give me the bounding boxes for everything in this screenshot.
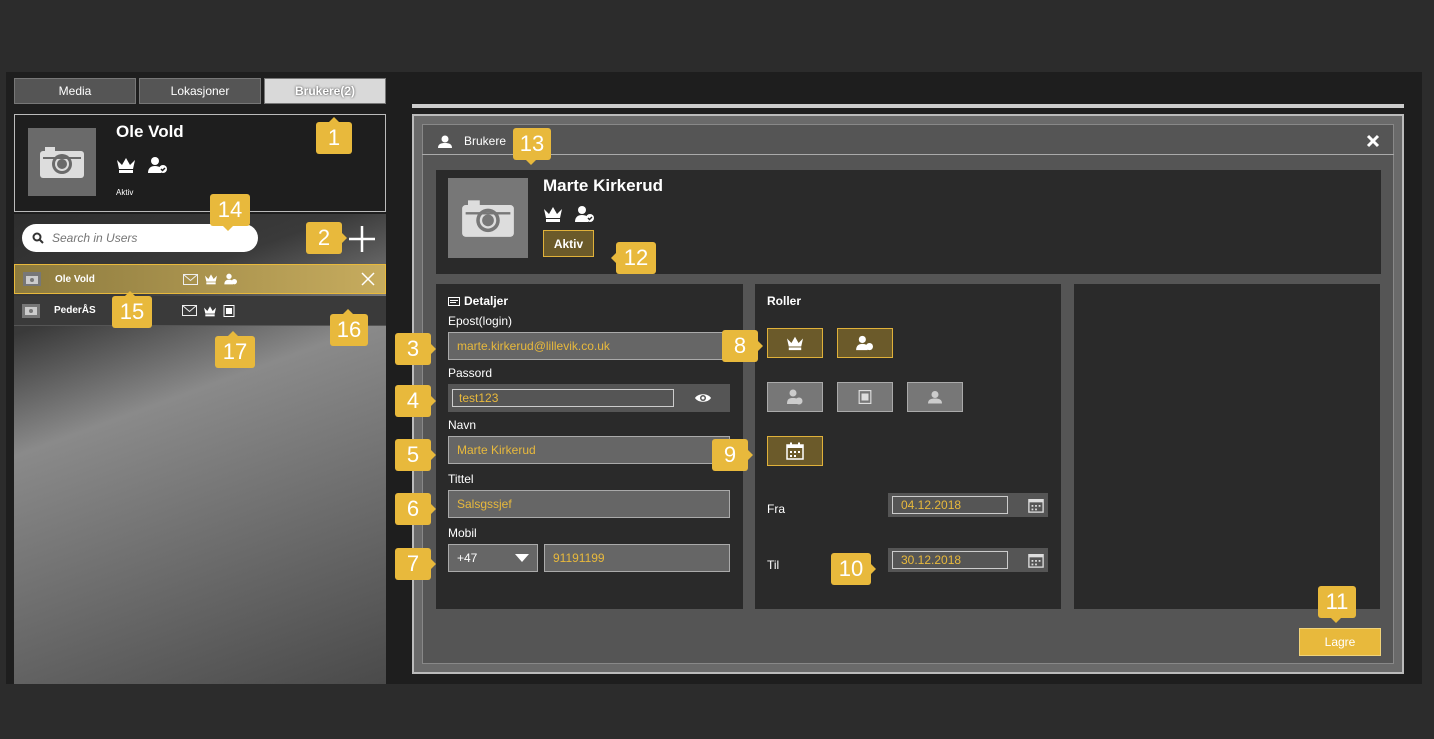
calendar-icon[interactable] [1028,552,1044,568]
annotation-badge: 6 [395,493,436,525]
role-user-number-button[interactable] [767,382,823,412]
mobile-label: Mobil [448,526,477,540]
crown-icon [544,207,562,222]
crown-icon [205,274,217,285]
role-admin-button[interactable] [767,328,823,358]
annotation-badge: 3 [395,333,436,365]
user-icon [438,135,452,148]
tab-brukere[interactable]: Brukere(2) [264,78,386,104]
title-field[interactable]: Salsgssjef [448,490,730,518]
annotation-badge: 17 [215,331,255,368]
from-date-input[interactable]: 04.12.2018 [892,496,1008,514]
close-dialog-button[interactable] [1366,134,1380,148]
from-date-field: 04.12.2018 [888,493,1048,517]
to-date-field: 30.12.2018 [888,548,1048,572]
crown-icon [787,336,803,351]
chevron-down-icon [515,554,529,562]
annotation-badge: 12 [611,242,656,274]
annotation-badge: 8 [722,330,763,362]
annotation-badge: 9 [712,439,753,471]
name-field[interactable]: Marte Kirkerud [448,436,730,464]
current-user-name: Ole Vold [116,122,184,141]
divider [412,104,1404,108]
user-shield-icon [575,206,594,222]
name-label: Navn [448,418,477,432]
user-number-icon [787,389,803,405]
contact-book-icon [223,304,235,317]
camera-icon [40,147,84,178]
email-label: Epost(login) [448,314,513,328]
current-user-status: Aktiv [116,188,134,197]
password-field: test123 [448,384,730,412]
country-code-value: +47 [457,551,478,565]
annotation-badge: 11 [1318,586,1356,623]
annotation-badge: 1 [316,117,352,154]
tab-media[interactable]: Media [14,78,136,104]
extra-panel [1074,284,1380,609]
annotation-badge: 15 [112,291,152,328]
user-shield-icon [148,157,167,173]
email-field[interactable]: marte.kirkerud@lillevik.co.uk [448,332,730,360]
camera-icon [22,303,40,318]
crown-icon [204,305,216,316]
role-user-button[interactable] [907,382,963,412]
save-button[interactable]: Lagre [1299,628,1381,656]
annotation-badge: 16 [330,309,368,346]
camera-icon [23,272,41,286]
user-shield-icon [856,335,873,351]
search-input[interactable] [50,230,244,246]
eye-icon[interactable] [694,392,712,404]
id-card-icon [448,296,460,306]
user-name: Ole Vold [55,273,95,285]
delete-user-button[interactable] [361,272,375,286]
annotation-badge: 14 [210,194,250,231]
role-user-admin-button[interactable] [837,328,893,358]
status-toggle-button[interactable]: Aktiv [543,230,594,257]
details-header: Detaljer [464,294,509,308]
calendar-icon[interactable] [1028,497,1044,513]
annotation-badge: 10 [831,553,876,585]
role-calendar-button[interactable] [767,436,823,466]
annotation-badge: 5 [395,439,436,471]
annotation-badge: 2 [306,222,347,254]
table-row[interactable]: Ole Vold [14,264,386,294]
from-label: Fra [767,502,785,516]
annotation-badge: 13 [513,128,551,165]
crown-icon [117,158,135,173]
avatar[interactable] [448,178,528,258]
roles-header: Roller [767,294,802,308]
tab-lokasjoner[interactable]: Lokasjoner [139,78,261,104]
country-code-select[interactable]: +47 [448,544,538,572]
mobile-field[interactable]: 91191199 [544,544,730,572]
to-date-input[interactable]: 30.12.2018 [892,551,1008,569]
user-shield-icon [224,273,237,285]
avatar [28,128,96,196]
password-label: Passord [448,366,493,380]
user-icon [928,391,942,404]
contact-book-icon [858,390,872,404]
annotation-badge: 7 [395,548,436,580]
role-contact-book-button[interactable] [837,382,893,412]
annotation-badge: 4 [395,385,436,417]
calendar-icon [786,442,804,460]
title-label: Tittel [448,472,474,486]
camera-icon [462,200,514,237]
search-icon [32,232,44,244]
user-name-heading: Marte Kirkerud [543,176,663,195]
password-input[interactable]: test123 [452,389,674,407]
mail-icon [183,273,198,285]
to-label: Til [767,558,780,572]
mail-icon [182,305,197,316]
dialog-title: Brukere [464,134,507,148]
